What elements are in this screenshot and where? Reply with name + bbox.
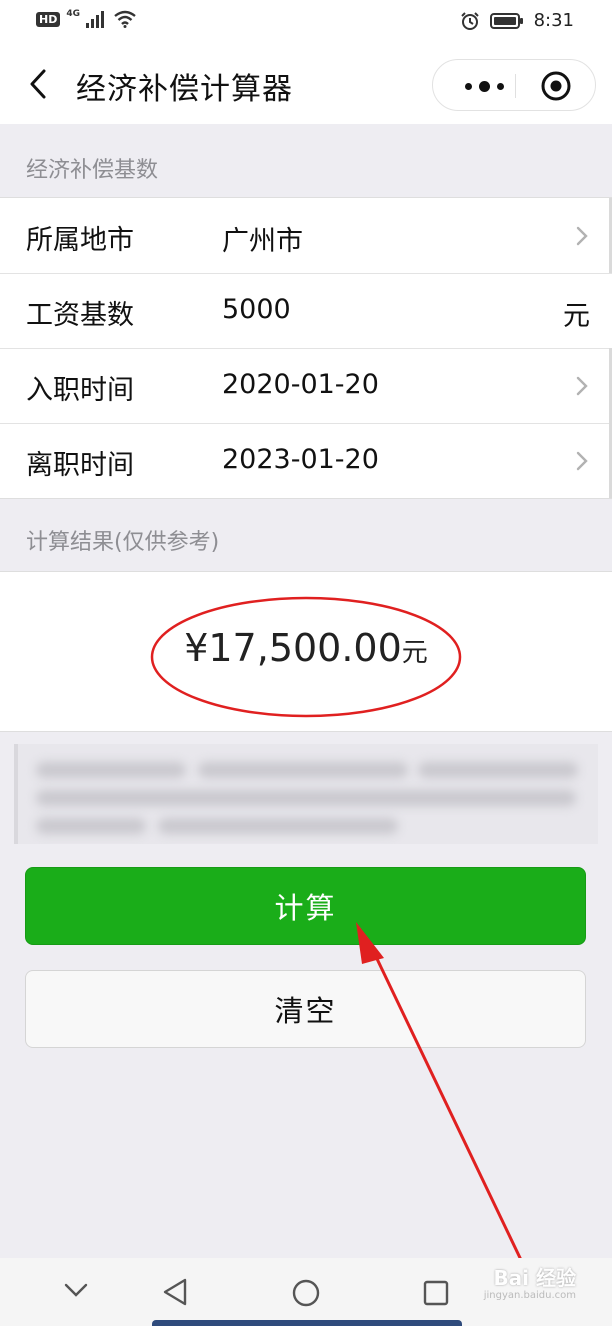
blurred-notice	[14, 744, 598, 844]
signal-icon	[86, 11, 104, 28]
salary-input[interactable]: 5000	[222, 294, 291, 325]
city-row[interactable]: 所属地市 广州市	[0, 198, 612, 273]
result-unit: 元	[401, 638, 428, 668]
salary-row: 工资基数 5000 元	[0, 273, 612, 348]
salary-label: 工资基数	[26, 300, 134, 331]
leave-date-row[interactable]: 离职时间 2023-01-20	[0, 423, 612, 498]
status-left: HD 4G	[36, 9, 136, 28]
network-type: 4G	[66, 9, 80, 19]
watermark-url: jingyan.baidu.com	[483, 1290, 576, 1301]
result-panel: ¥17,500.00元	[0, 571, 612, 732]
battery-icon	[489, 12, 523, 29]
result-amount: ¥17,500.00元	[0, 626, 612, 670]
home-circle-icon[interactable]	[291, 1278, 321, 1308]
recents-square-icon[interactable]	[423, 1280, 449, 1306]
calculate-button[interactable]: 计算	[25, 867, 586, 945]
city-value: 广州市	[222, 226, 303, 257]
leave-date-label: 离职时间	[26, 450, 134, 481]
chevron-right-icon	[576, 451, 588, 471]
wifi-icon	[114, 10, 136, 28]
app-switcher-pill	[152, 1320, 462, 1326]
result-value: ¥17,500.00	[184, 626, 402, 670]
clear-button[interactable]: 清空	[25, 970, 586, 1048]
mini-program-capsule	[432, 59, 596, 111]
hire-date-label: 入职时间	[26, 375, 134, 406]
hire-date-value: 2020-01-20	[222, 369, 379, 400]
capsule-divider	[515, 74, 516, 98]
nav-bar: 经济补偿计算器	[0, 44, 612, 124]
chevron-right-icon	[576, 376, 588, 396]
page-title: 经济补偿计算器	[76, 72, 293, 107]
status-right: 8:31	[460, 10, 574, 31]
status-bar: HD 4G 8:31	[0, 0, 612, 44]
watermark-logo: Bai 经验	[493, 1266, 576, 1290]
chevron-left-icon[interactable]	[24, 66, 54, 102]
leave-date-value: 2023-01-20	[222, 444, 379, 475]
compensation-form: 所属地市 广州市 工资基数 5000 元 入职时间 2020-01-20 离职时…	[0, 197, 612, 499]
more-dots-icon[interactable]	[455, 60, 513, 112]
section-label-base: 经济补偿基数	[26, 158, 159, 183]
hire-date-row[interactable]: 入职时间 2020-01-20	[0, 348, 612, 423]
hd-badge: HD	[36, 11, 61, 27]
chevron-right-icon	[576, 226, 588, 246]
section-label-result: 计算结果(仅供参考)	[26, 530, 220, 555]
back-triangle-icon[interactable]	[162, 1278, 188, 1306]
salary-unit: 元	[563, 301, 590, 332]
clock: 8:31	[533, 10, 574, 31]
target-circle-icon[interactable]	[540, 70, 572, 102]
chevron-down-icon[interactable]	[64, 1282, 88, 1298]
alarm-icon	[460, 11, 479, 30]
city-label: 所属地市	[26, 225, 134, 256]
